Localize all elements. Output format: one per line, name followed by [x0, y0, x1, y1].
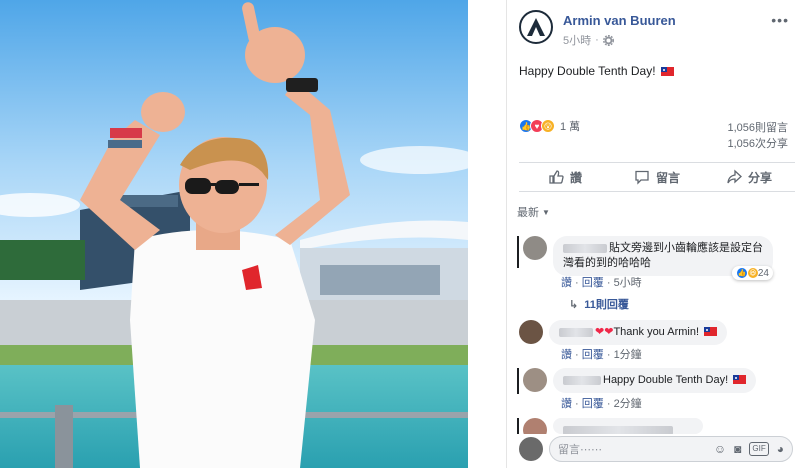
post-message: Happy Double Tenth Day! [519, 64, 656, 78]
like-label: 讚 [569, 170, 582, 185]
photo-illustration [0, 0, 468, 468]
user-avatar[interactable] [519, 437, 543, 461]
share-icon [727, 169, 742, 184]
comment-input[interactable]: 留言⋯⋯ ☺ ◙ GIF ◕ [549, 436, 793, 462]
comment-item: ❤❤Thank you Armin! 讚 · 回覆 · 1分鐘 [517, 320, 793, 361]
commenter-avatar[interactable] [523, 236, 547, 260]
shares-count[interactable]: 1,056次分享 [727, 136, 788, 152]
post-sidebar: Armin van Buuren 5小時 · ••• Happy Double … [506, 0, 800, 468]
comment-button[interactable]: 留言 [611, 163, 703, 191]
comment-time[interactable]: 5小時 [614, 277, 642, 289]
post-stats: 1,056則留言 1,056次分享 [727, 120, 788, 152]
post-photo[interactable] [0, 0, 468, 468]
comment-placeholder: 留言⋯⋯ [558, 444, 602, 456]
reaction-summary[interactable]: 👍 ♥ 😮 1 萬 [519, 118, 580, 134]
comment-like-link[interactable]: 讚 [561, 277, 572, 289]
comment-icon [635, 170, 649, 185]
comment-text: Happy Double Tenth Day! [603, 374, 729, 386]
comment-reaction-count: 24 [757, 267, 769, 279]
gear-icon[interactable] [602, 34, 614, 46]
sort-label: 最新 [517, 207, 539, 219]
comment-item-partial [517, 418, 793, 434]
comment-text: Thank you Armin! [613, 326, 700, 338]
like-button[interactable]: 讚 [519, 163, 611, 191]
comment-actions: 讚 · 回覆 · 5小時 [561, 277, 642, 289]
emoji-icon[interactable]: ☺ [714, 442, 726, 456]
sticker-icon[interactable]: ◕ [777, 442, 784, 456]
post-time[interactable]: 5小時 [563, 32, 591, 48]
gif-icon[interactable]: GIF [749, 442, 769, 456]
comment-reactions[interactable]: 👍 😆 24 [731, 266, 773, 280]
gap-strip [468, 0, 506, 468]
thread-bar [517, 418, 519, 434]
comment-label: 留言 [655, 170, 680, 185]
comment-bubble [553, 418, 703, 434]
taiwan-flag-icon [704, 327, 718, 336]
comment-like-link[interactable]: 讚 [561, 398, 572, 410]
comment-composer: 留言⋯⋯ ☺ ◙ GIF ◕ [517, 436, 793, 462]
post-text: Happy Double Tenth Day! [519, 64, 674, 78]
comment-reply-link[interactable]: 回覆 [582, 277, 604, 289]
comment-text-line2: 灣看的到的哈哈哈 [563, 257, 651, 269]
redacted-name [563, 243, 607, 253]
post-actions: 讚 留言 分享 [519, 162, 795, 192]
comment-time[interactable]: 2分鐘 [614, 398, 642, 410]
view-replies-link[interactable]: ↳ 11則回覆 [569, 296, 629, 312]
author-name[interactable]: Armin van Buuren [563, 13, 676, 28]
replies-count: 11則回覆 [584, 299, 629, 311]
comment-time[interactable]: 1分鐘 [614, 349, 642, 361]
comment-bubble: ❤❤Thank you Armin! [549, 320, 728, 345]
thread-bar [517, 368, 519, 394]
chevron-down-icon: ▼ [542, 207, 550, 217]
wow-reaction-icon: 😮 [541, 119, 555, 133]
redacted-text [563, 425, 673, 434]
comment-reply-link[interactable]: 回覆 [582, 349, 604, 361]
share-button[interactable]: 分享 [703, 163, 795, 191]
post-header: Armin van Buuren 5小時 · ••• [519, 10, 795, 50]
more-options-button[interactable]: ••• [771, 12, 789, 28]
comments-count[interactable]: 1,056則留言 [727, 120, 788, 136]
taiwan-flag-icon [733, 375, 747, 384]
comment-like-link[interactable]: 讚 [561, 349, 572, 361]
comment-item: Happy Double Tenth Day! 讚 · 回覆 · 2分鐘 [517, 368, 793, 412]
post-meta: 5小時 · [563, 32, 614, 48]
share-label: 分享 [747, 170, 772, 185]
page-avatar[interactable] [519, 10, 553, 44]
reaction-count: 1 萬 [560, 121, 581, 133]
meta-separator: · [595, 34, 599, 46]
taiwan-flag-icon [660, 67, 674, 76]
commenter-avatar[interactable] [519, 320, 543, 344]
comment-sort-dropdown[interactable]: 最新 ▼ [517, 204, 550, 220]
camera-icon[interactable]: ◙ [734, 442, 741, 456]
heart-icon: ❤❤ [595, 326, 614, 338]
redacted-name [559, 327, 593, 337]
thumbs-up-icon [549, 170, 564, 184]
armada-logo-icon [527, 18, 545, 36]
commenter-avatar[interactable] [523, 418, 547, 434]
composer-icons: ☺ ◙ GIF ◕ [714, 442, 784, 456]
comment-actions: 讚 · 回覆 · 2分鐘 [561, 398, 642, 410]
redacted-name [563, 375, 601, 385]
thread-bar [517, 236, 519, 268]
comment-text: 貼文旁邊到小齒輪應該是設定台 [609, 242, 763, 254]
commenter-avatar[interactable] [523, 368, 547, 392]
comment-actions: 讚 · 回覆 · 1分鐘 [561, 349, 642, 361]
comment-bubble: Happy Double Tenth Day! [553, 368, 757, 393]
comment-reply-link[interactable]: 回覆 [582, 398, 604, 410]
comment-item: 貼文旁邊到小齒輪應該是設定台 灣看的到的哈哈哈 👍 😆 24 讚 · 回覆 · … [517, 236, 793, 316]
reply-arrow-icon: ↳ [569, 298, 579, 311]
